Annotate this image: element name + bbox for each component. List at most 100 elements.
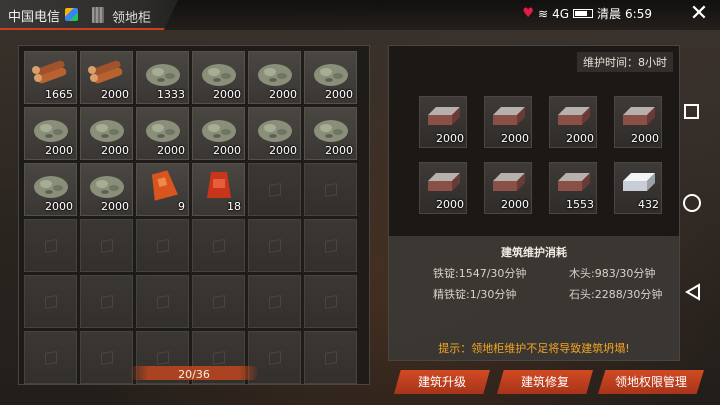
storage-slot-stone-ore[interactable]: 2000 bbox=[192, 51, 245, 104]
iron-ingot-icon bbox=[554, 101, 594, 133]
slot-count: 18 bbox=[227, 200, 241, 213]
storage-slot-stone-ore[interactable]: 2000 bbox=[80, 163, 133, 216]
stone-ore-icon bbox=[143, 56, 183, 90]
storage-slot-stone-ore[interactable]: 2000 bbox=[248, 107, 301, 160]
storage-slot-wood-logs[interactable]: 2000 bbox=[80, 51, 133, 104]
stone-ore-icon bbox=[255, 112, 295, 146]
maintenance-slot-iron-ingot[interactable]: 1553 bbox=[549, 162, 597, 214]
slot-count: 2000 bbox=[157, 144, 185, 157]
crate-icon bbox=[101, 294, 113, 310]
storage-slot-empty[interactable] bbox=[248, 163, 301, 216]
app-icon bbox=[65, 8, 78, 21]
storage-slot-empty[interactable] bbox=[192, 219, 245, 272]
storage-slot-empty[interactable] bbox=[304, 275, 357, 328]
storage-slot-stone-ore[interactable]: 2000 bbox=[136, 107, 189, 160]
slot-count: 1665 bbox=[45, 88, 73, 101]
crate-icon bbox=[157, 350, 169, 366]
iron-ingot-icon bbox=[619, 101, 659, 133]
material-count: 2000 bbox=[501, 132, 529, 145]
red-fuel-bag-icon bbox=[199, 168, 239, 202]
crate-icon bbox=[269, 238, 281, 254]
storage-slot-empty[interactable] bbox=[136, 275, 189, 328]
cost-stone: 石头:2288/30分钟 bbox=[569, 288, 663, 301]
storage-slot-empty[interactable] bbox=[248, 275, 301, 328]
repair-building-button[interactable]: 建筑修复 bbox=[497, 370, 593, 394]
network-label: 4G bbox=[552, 6, 570, 21]
maintenance-slot-iron-ingot[interactable]: 2000 bbox=[419, 96, 467, 148]
storage-slot-empty[interactable] bbox=[80, 275, 133, 328]
wood-logs-icon bbox=[31, 56, 71, 90]
iron-ingot-icon bbox=[489, 101, 529, 133]
stone-ore-icon bbox=[311, 56, 351, 90]
territory-permissions-button[interactable]: 领地权限管理 bbox=[598, 370, 704, 394]
storage-slot-stone-ore[interactable]: 2000 bbox=[24, 163, 77, 216]
crate-icon bbox=[269, 350, 281, 366]
stone-ore-icon bbox=[87, 112, 127, 146]
stone-ore-icon bbox=[255, 56, 295, 90]
storage-slot-empty[interactable] bbox=[192, 275, 245, 328]
slot-count: 1333 bbox=[157, 88, 185, 101]
material-count: 2000 bbox=[566, 132, 594, 145]
wifi-icon: ≋ bbox=[538, 6, 549, 21]
crate-icon bbox=[157, 238, 169, 254]
storage-slot-empty[interactable] bbox=[24, 331, 77, 384]
material-count: 2000 bbox=[436, 198, 464, 211]
storage-slot-stone-ore[interactable]: 2000 bbox=[304, 51, 357, 104]
iron-ingot-icon bbox=[424, 167, 464, 199]
storage-slot-orange-fuel-bag[interactable]: 9 bbox=[136, 163, 189, 216]
storage-slot-empty[interactable] bbox=[304, 331, 357, 384]
storage-slot-stone-ore[interactable]: 2000 bbox=[304, 107, 357, 160]
crate-icon bbox=[269, 182, 281, 198]
storage-slot-empty[interactable] bbox=[80, 219, 133, 272]
recent-apps-icon[interactable] bbox=[684, 104, 699, 119]
material-count: 2000 bbox=[631, 132, 659, 145]
slot-count: 2000 bbox=[101, 88, 129, 101]
storage-slot-wood-logs[interactable]: 1665 bbox=[24, 51, 77, 104]
storage-slot-empty[interactable] bbox=[80, 331, 133, 384]
storage-slot-empty[interactable] bbox=[24, 275, 77, 328]
crate-icon bbox=[213, 294, 225, 310]
storage-slot-stone-ore[interactable]: 1333 bbox=[136, 51, 189, 104]
close-button[interactable]: ✕ bbox=[688, 3, 710, 26]
maintenance-time: 维护时间：8小时 bbox=[577, 52, 673, 72]
storage-slot-stone-ore[interactable]: 2000 bbox=[192, 107, 245, 160]
storage-slot-red-fuel-bag[interactable]: 18 bbox=[192, 163, 245, 216]
upgrade-building-button[interactable]: 建筑升级 bbox=[394, 370, 490, 394]
iron-ingot-icon bbox=[554, 167, 594, 199]
crate-icon bbox=[325, 182, 337, 198]
maintenance-slot-iron-ingot[interactable]: 2000 bbox=[549, 96, 597, 148]
crate-icon bbox=[157, 294, 169, 310]
storage-slot-empty[interactable] bbox=[24, 219, 77, 272]
maintenance-slot-iron-ingot[interactable]: 2000 bbox=[419, 162, 467, 214]
cabinet-icon bbox=[92, 7, 104, 23]
material-count: 1553 bbox=[566, 198, 594, 211]
back-icon[interactable] bbox=[684, 283, 702, 301]
slot-count: 2000 bbox=[213, 144, 241, 157]
status-indicators: ♥ ≋ 4G 清晨 6:59 bbox=[522, 5, 652, 22]
crate-icon bbox=[45, 238, 57, 254]
storage-slot-empty[interactable] bbox=[304, 219, 357, 272]
maintenance-slot-iron-ingot[interactable]: 2000 bbox=[484, 162, 532, 214]
maintenance-slot-refined-iron-ingot[interactable]: 432 bbox=[614, 162, 662, 214]
stone-ore-icon bbox=[87, 168, 127, 202]
stone-ore-icon bbox=[199, 112, 239, 146]
storage-slot-empty[interactable] bbox=[136, 219, 189, 272]
window-title: 领地柜 bbox=[112, 11, 152, 26]
crate-icon bbox=[325, 350, 337, 366]
maintenance-slot-iron-ingot[interactable]: 2000 bbox=[614, 96, 662, 148]
refined-iron-ingot-icon bbox=[619, 167, 659, 199]
cost-iron: 铁锭:1547/30分钟 bbox=[433, 267, 527, 280]
top-bar: 中国电信 领地柜 ♥ ≋ 4G 清晨 6:59 ✕ bbox=[0, 0, 720, 30]
storage-slot-empty[interactable] bbox=[304, 163, 357, 216]
storage-slot-stone-ore[interactable]: 2000 bbox=[248, 51, 301, 104]
material-count: 432 bbox=[638, 198, 659, 211]
stone-ore-icon bbox=[31, 112, 71, 146]
storage-slot-stone-ore[interactable]: 2000 bbox=[80, 107, 133, 160]
stone-ore-icon bbox=[311, 112, 351, 146]
carrier-label: 中国电信 bbox=[8, 10, 61, 25]
home-icon[interactable] bbox=[683, 194, 701, 212]
storage-slot-stone-ore[interactable]: 2000 bbox=[24, 107, 77, 160]
storage-slot-empty[interactable] bbox=[248, 219, 301, 272]
crate-icon bbox=[325, 238, 337, 254]
maintenance-slot-iron-ingot[interactable]: 2000 bbox=[484, 96, 532, 148]
